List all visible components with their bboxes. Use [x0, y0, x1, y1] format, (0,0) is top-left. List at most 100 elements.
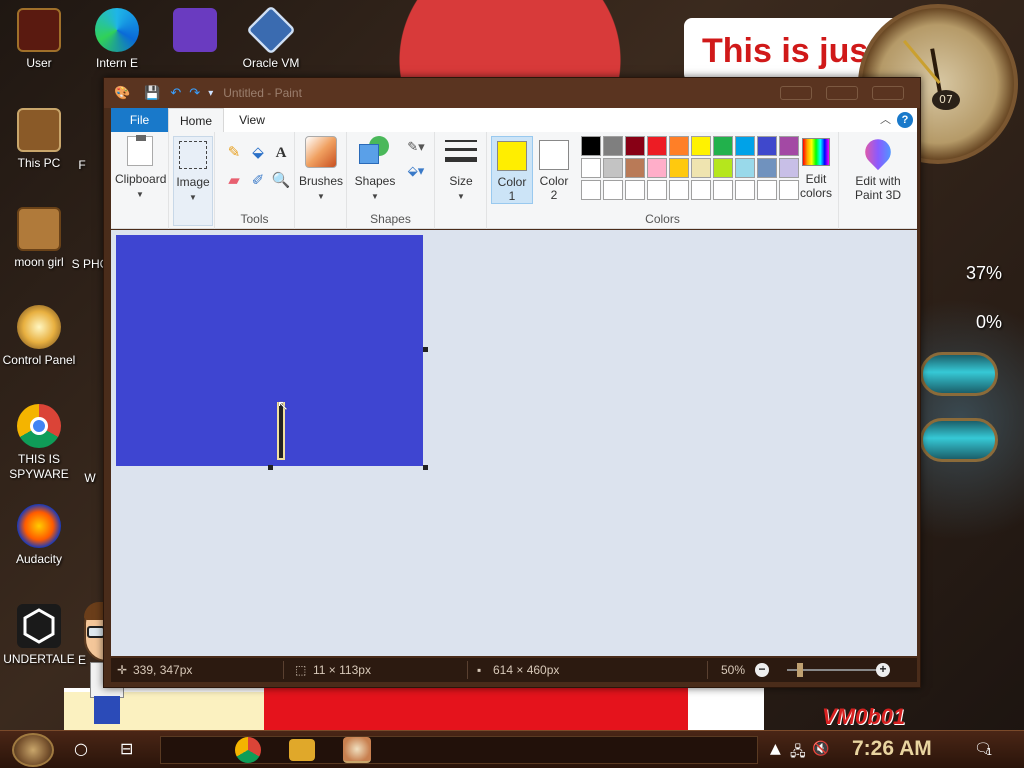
paint-app-icon[interactable]: 🎨 — [114, 86, 130, 101]
chrome-icon[interactable] — [235, 737, 261, 763]
outline-dropdown[interactable]: ✎▾ — [401, 136, 431, 158]
resize-handle-bottom[interactable] — [268, 465, 273, 470]
zoom-in-button[interactable]: + — [876, 663, 890, 677]
palette-swatch[interactable] — [581, 180, 601, 200]
desktop-icon-internet-explorer[interactable]: Intern E — [78, 8, 156, 71]
palette-swatch[interactable] — [713, 180, 733, 200]
desktop-icon-partial-f[interactable]: F — [62, 158, 102, 173]
palette-swatch[interactable] — [757, 180, 777, 200]
tray-chevron-icon[interactable]: ▲ — [770, 741, 781, 757]
palette-swatch[interactable] — [625, 180, 645, 200]
fill-icon[interactable]: ⬙ — [247, 142, 269, 164]
drawing-canvas[interactable] — [116, 235, 423, 466]
shapes-group-label: Shapes — [370, 212, 411, 226]
task-view-icon[interactable]: ⊟ — [120, 739, 133, 758]
palette-swatch[interactable] — [647, 136, 667, 156]
desktop-icon-undertale[interactable]: UNDERTALE — [0, 604, 78, 667]
moon-girl-icon — [17, 207, 61, 251]
color1-button[interactable]: Color 1 — [491, 136, 533, 204]
palette-swatch[interactable] — [603, 158, 623, 178]
tab-file[interactable]: File — [111, 108, 168, 132]
floor-art-red — [264, 688, 688, 730]
magnifier-icon[interactable]: 🔍 — [270, 170, 292, 192]
palette-swatch[interactable] — [603, 180, 623, 200]
desktop-icon-control-panel[interactable]: Control Panel — [0, 305, 78, 368]
palette-swatch[interactable] — [735, 136, 755, 156]
size-button[interactable]: Size ▼ — [439, 136, 483, 204]
rainbow-icon — [802, 138, 830, 166]
color-picker-icon[interactable]: ✐ — [247, 170, 269, 192]
palette-swatch[interactable] — [757, 158, 777, 178]
maximize-button[interactable] — [826, 86, 858, 100]
start-button[interactable] — [12, 733, 54, 767]
shapes-button[interactable]: Shapes ▼ — [351, 136, 399, 204]
palette-swatch[interactable] — [625, 136, 645, 156]
edit-with-paint3d-button[interactable]: Edit with Paint 3D — [841, 133, 915, 202]
title-bar[interactable]: 🎨 💾 ↶ ↷ ▾ Untitled - Paint — [104, 78, 920, 108]
customize-toolbar-icon[interactable]: ▾ — [208, 88, 213, 99]
text-icon[interactable]: A — [270, 142, 292, 164]
file-explorer-icon[interactable] — [289, 739, 315, 761]
colors-group-label: Colors — [645, 212, 680, 226]
palette-swatch[interactable] — [713, 136, 733, 156]
palette-swatch[interactable] — [691, 158, 711, 178]
palette-swatch[interactable] — [735, 158, 755, 178]
lightbulb-icon — [17, 305, 61, 349]
desktop-icon-audacity[interactable]: Audacity — [0, 504, 78, 567]
close-button[interactable] — [872, 86, 904, 100]
desktop-icon-user[interactable]: User — [0, 8, 78, 71]
image-button[interactable]: Image ▼ — [173, 136, 213, 226]
network-icon[interactable]: 🖧 — [790, 741, 806, 765]
virtualbox-icon — [246, 5, 296, 55]
desktop-icon-moon-girl[interactable]: moon girl — [0, 207, 78, 270]
desktop-icon-chrome[interactable]: THIS IS SPYWARE — [0, 404, 78, 482]
clipboard-button[interactable]: Clipboard ▼ — [115, 135, 166, 202]
color2-button[interactable]: Color 2 — [533, 136, 575, 204]
resize-handle-corner[interactable] — [423, 465, 428, 470]
undo-icon[interactable]: ↶ — [170, 86, 181, 101]
image-size: 614 × 460px — [493, 663, 560, 677]
palette-swatch[interactable] — [669, 136, 689, 156]
palette-swatch[interactable] — [757, 136, 777, 156]
chevron-down-icon: ▼ — [317, 192, 325, 201]
desktop-icon-visual-studio[interactable] — [156, 8, 234, 56]
redo-icon[interactable]: ↷ — [189, 86, 200, 101]
tab-view[interactable]: View — [224, 108, 280, 132]
save-icon[interactable]: 💾 — [144, 86, 160, 101]
taskbar-clock[interactable]: 7:26 AM — [852, 737, 932, 761]
volume-muted-icon[interactable]: 🔇 — [812, 741, 829, 757]
gauge-other-label: 0% — [975, 312, 1002, 332]
palette-swatch[interactable] — [625, 158, 645, 178]
status-bar: ✛ 339, 347px ⬚ 11 × 113px ▪ 614 × 460px … — [111, 658, 917, 682]
wallpaper-watermark: VM0b01 — [822, 704, 906, 729]
zoom-slider-thumb[interactable] — [797, 663, 803, 677]
tab-home[interactable]: Home — [168, 108, 224, 132]
palette-swatch[interactable] — [647, 158, 667, 178]
palette-swatch[interactable] — [669, 158, 689, 178]
palette-swatch[interactable] — [669, 180, 689, 200]
eraser-icon[interactable]: ▰ — [223, 170, 245, 192]
palette-swatch[interactable] — [581, 158, 601, 178]
help-button[interactable]: ? — [897, 112, 913, 128]
desktop-icon-label: User — [26, 56, 52, 70]
edit-colors-button[interactable]: Edit colors — [793, 136, 839, 200]
resize-handle-right[interactable] — [423, 347, 428, 352]
fill-dropdown[interactable]: ⬙▾ — [401, 160, 431, 182]
zoom-out-button[interactable]: − — [755, 663, 769, 677]
desktop-icon-oracle-vm[interactable]: Oracle VM — [232, 5, 310, 71]
canvas-area[interactable]: ↖ — [111, 230, 917, 656]
palette-swatch[interactable] — [603, 136, 623, 156]
brushes-button[interactable]: Brushes ▼ — [297, 136, 345, 204]
palette-swatch[interactable] — [691, 180, 711, 200]
cortana-icon[interactable]: ○ — [74, 739, 88, 758]
unity-icon — [17, 604, 61, 648]
minimize-button[interactable] — [780, 86, 812, 100]
palette-swatch[interactable] — [691, 136, 711, 156]
palette-swatch[interactable] — [735, 180, 755, 200]
palette-swatch[interactable] — [713, 158, 733, 178]
palette-swatch[interactable] — [581, 136, 601, 156]
collapse-ribbon-icon[interactable]: ︿ — [880, 111, 891, 127]
paint-taskbar-icon[interactable] — [343, 737, 371, 763]
pencil-icon[interactable]: ✎ — [223, 142, 245, 164]
palette-swatch[interactable] — [647, 180, 667, 200]
